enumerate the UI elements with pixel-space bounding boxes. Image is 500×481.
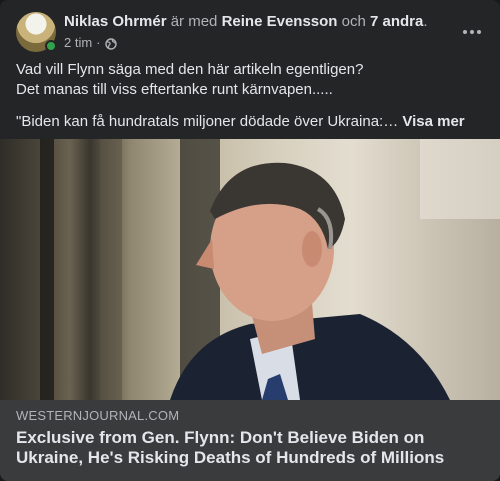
- more-dot-icon: [470, 30, 474, 34]
- post-text-line1: Vad vill Flynn säga med den här artikeln…: [16, 61, 364, 78]
- post-timestamp[interactable]: 2 tim: [64, 34, 92, 52]
- link-domain: WESTERNJOURNAL.COM: [16, 408, 180, 423]
- globe-icon[interactable]: [104, 37, 117, 50]
- others-link[interactable]: 7 andra: [370, 13, 423, 30]
- link-headline[interactable]: Exclusive from Gen. Flynn: Don't Believe…: [16, 428, 484, 468]
- and-text: och: [337, 13, 370, 30]
- more-options-button[interactable]: [454, 14, 490, 50]
- portrait-illustration: [40, 139, 500, 400]
- more-dot-icon: [477, 30, 481, 34]
- post-header: Niklas Ohrmér är med Reine Evensson och …: [16, 12, 484, 56]
- online-status-indicator: [45, 40, 57, 52]
- period-text: .: [423, 13, 428, 30]
- more-dot-icon: [463, 30, 467, 34]
- author-line: Niklas Ohrmér är med Reine Evensson och …: [64, 12, 444, 32]
- author-name[interactable]: Niklas Ohrmér: [64, 13, 167, 30]
- post-quote: "Biden kan få hundratals miljoner dödade…: [16, 113, 403, 130]
- link-preview[interactable]: WESTERNJOURNAL.COM Exclusive from Gen. F…: [0, 400, 500, 481]
- post-header-text: Niklas Ohrmér är med Reine Evensson och …: [64, 12, 444, 52]
- link-preview-image[interactable]: [0, 139, 500, 400]
- tagged-person[interactable]: Reine Evensson: [222, 13, 338, 30]
- post-text-line2: Det manas till viss eftertanke runt kärn…: [16, 81, 333, 98]
- post-quote-line: "Biden kan få hundratals miljoner dödade…: [16, 112, 484, 132]
- author-avatar[interactable]: [16, 12, 57, 52]
- see-more-link[interactable]: Visa mer: [402, 113, 464, 130]
- post-body: Vad vill Flynn säga med den här artikeln…: [16, 60, 484, 132]
- with-text: är med: [166, 13, 222, 30]
- post-card: Niklas Ohrmér är med Reine Evensson och …: [0, 0, 500, 481]
- meta-separator: ·: [96, 35, 101, 50]
- post-meta: 2 tim ·: [64, 34, 444, 52]
